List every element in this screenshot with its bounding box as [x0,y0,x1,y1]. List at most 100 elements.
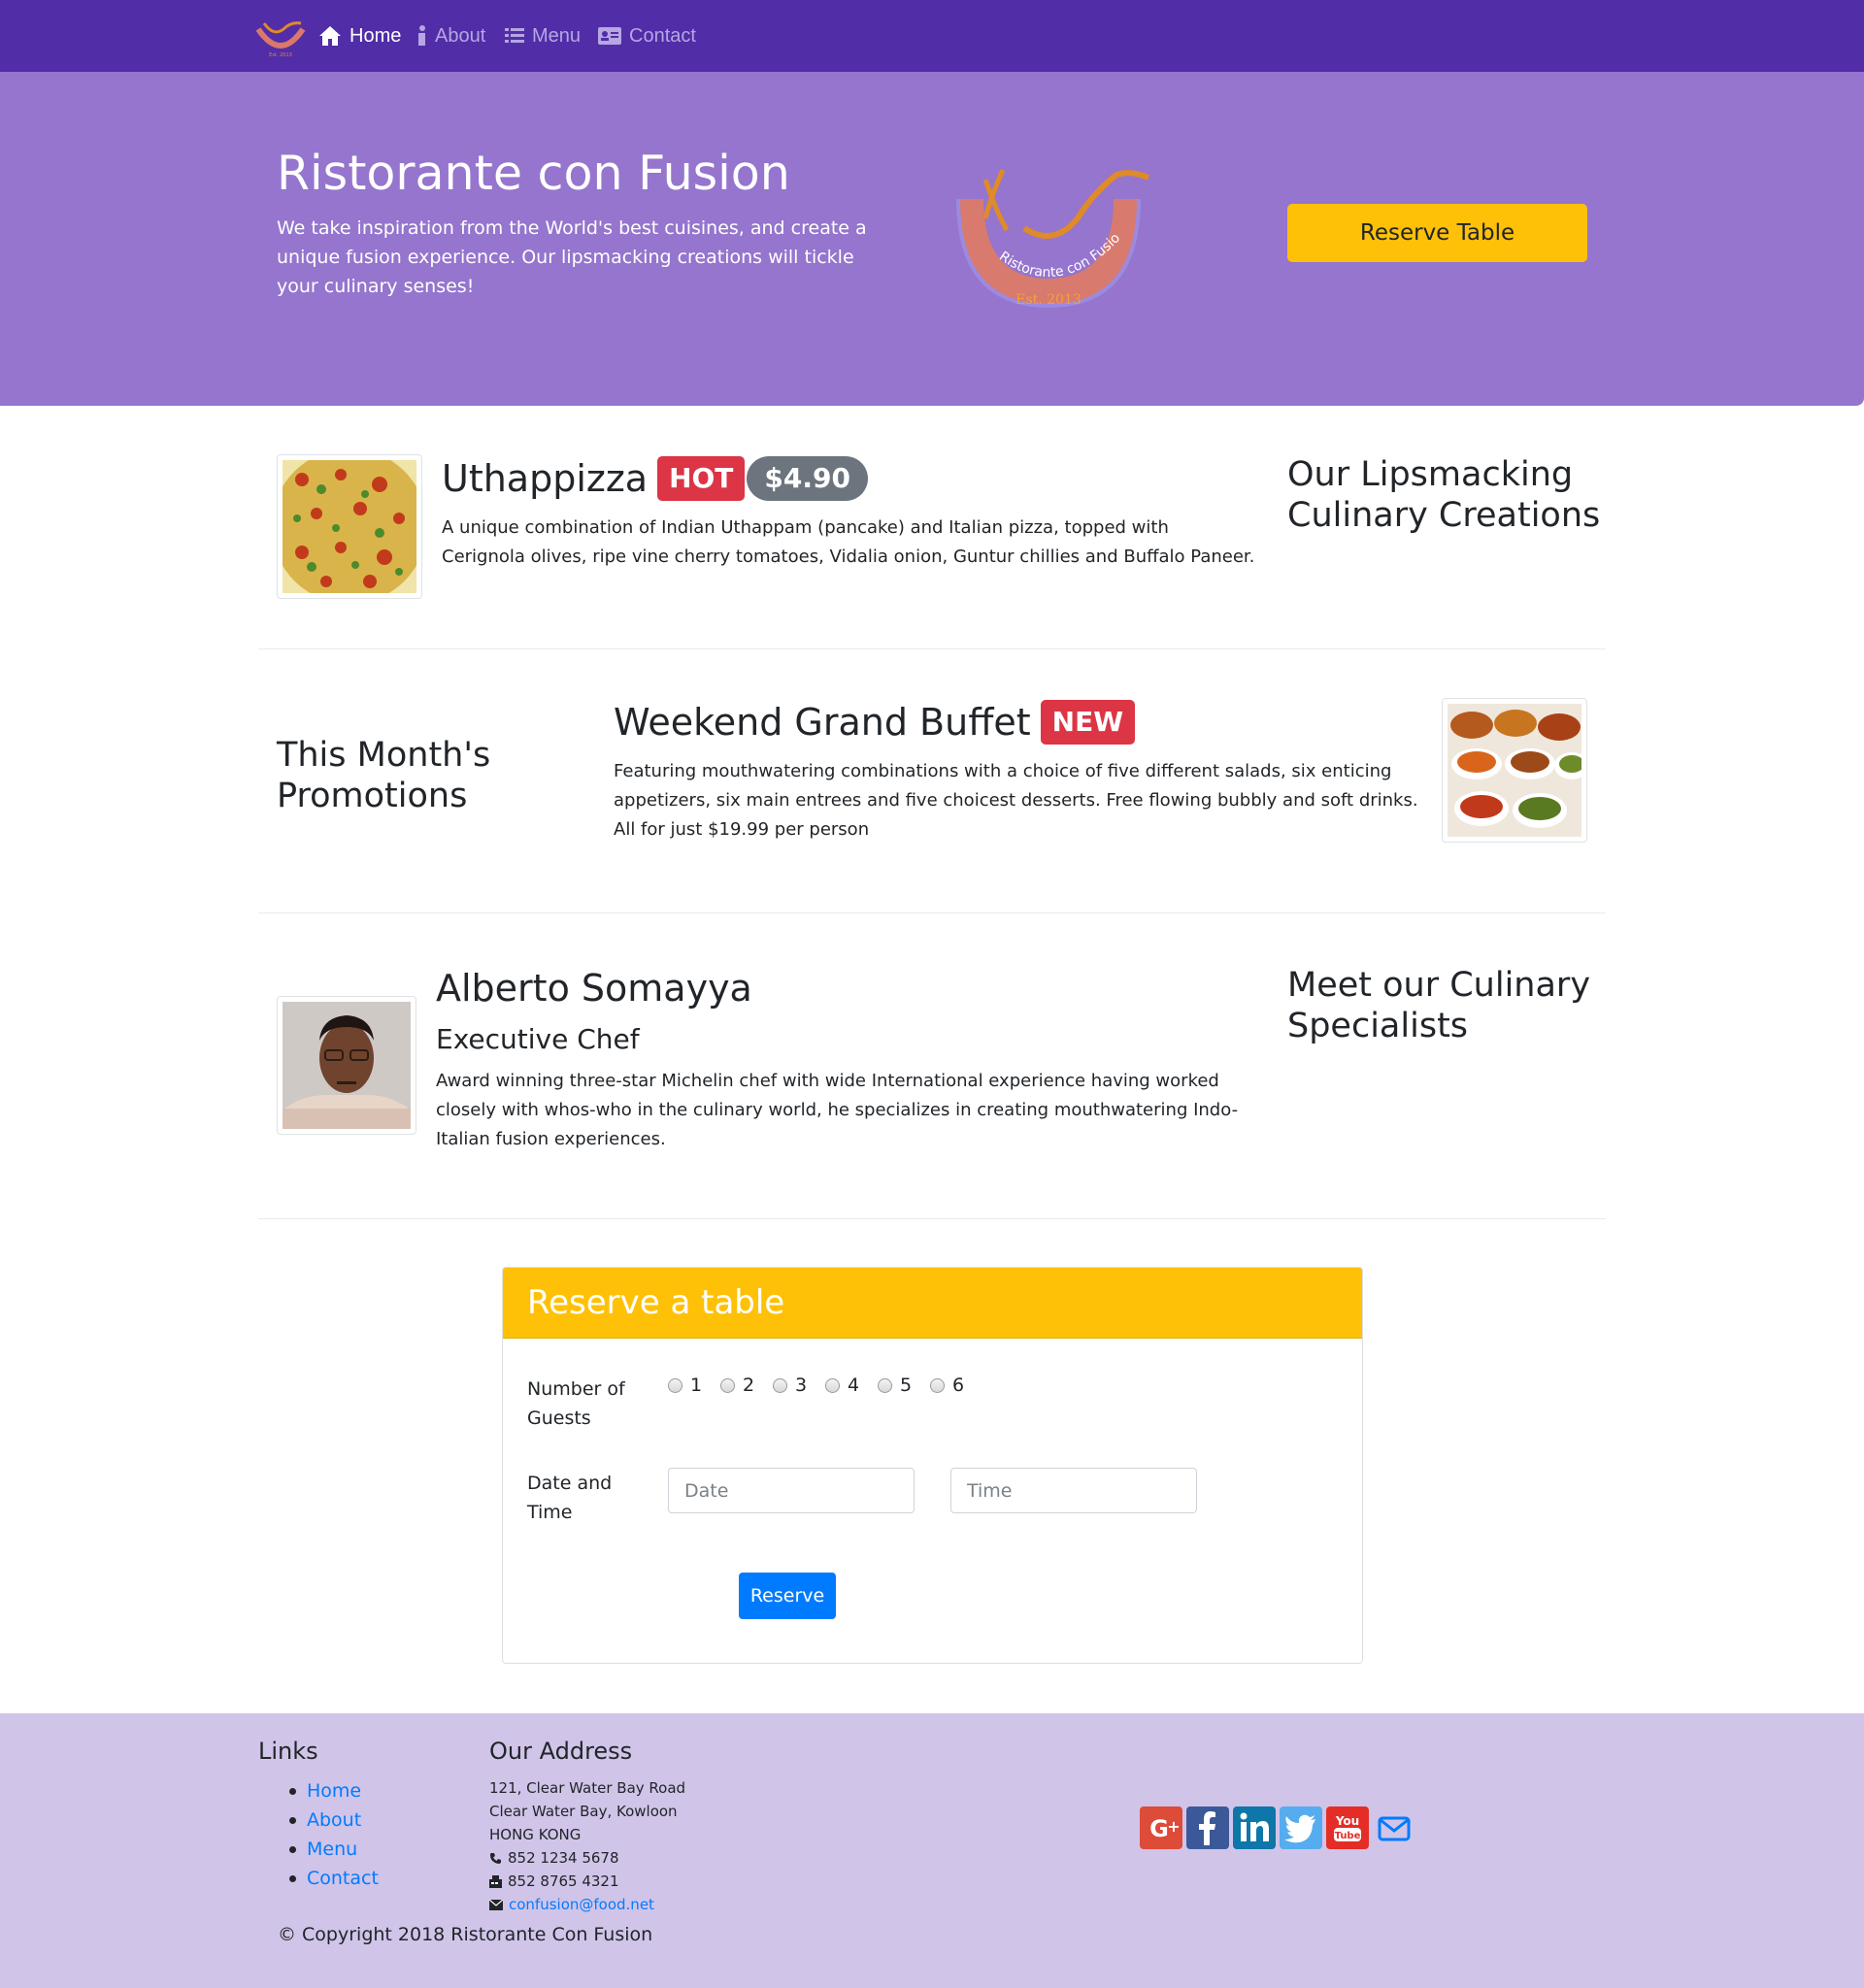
svg-text:You: You [1335,1814,1359,1828]
nav-contact-link[interactable]: Contact [598,21,696,50]
reserve-submit-button[interactable]: Reserve [739,1573,836,1619]
footer-link-about[interactable]: About [307,1809,361,1831]
divider [258,912,1606,913]
reserve-table-card: Reserve a table Number of Guests 1 2 3 4… [502,1267,1363,1664]
footer-link-item: About [289,1806,379,1835]
radio-circle[interactable] [878,1377,892,1393]
google-plus-icon[interactable]: G + [1140,1806,1182,1849]
guest-radio-2[interactable]: 2 [720,1375,754,1396]
dish-image [277,454,422,599]
radio-circle[interactable] [720,1377,735,1393]
phone-line: 852 1234 5678 [489,1846,685,1870]
chef-photo [277,996,416,1135]
radio-label: 6 [952,1375,965,1396]
nav-contact-label: Contact [629,24,696,47]
hot-badge: HOT [657,456,746,501]
home-icon [319,26,341,46]
nav-home-link[interactable]: Home [318,21,401,50]
chef-designation: Executive Chef [436,1023,640,1055]
address-line: HONG KONG [489,1826,582,1843]
footer-link-menu[interactable]: Menu [307,1839,357,1860]
linkedin-icon[interactable] [1233,1806,1276,1849]
footer-link-contact[interactable]: Contact [307,1868,379,1889]
footer-links-list: Home About Menu Contact [289,1776,379,1893]
radio-circle[interactable] [825,1377,840,1393]
reserve-card-header: Reserve a table [503,1268,1362,1339]
nav-about-link[interactable]: About [417,21,485,50]
youtube-icon[interactable]: You Tube [1326,1806,1369,1849]
guest-radio-5[interactable]: 5 [878,1375,912,1396]
guest-radio-1[interactable]: 1 [668,1375,702,1396]
radio-label: 2 [743,1375,755,1396]
promotion-description: Featuring mouthwatering combinations wit… [614,761,1418,840]
footer: Links Home About Menu Contact Our Addres… [0,1713,1864,1988]
email-link[interactable]: confusion@food.net [509,1893,654,1916]
promotion-name: Weekend Grand Buffet [614,701,1031,744]
jumbotron-title: Ristorante con Fusion [277,146,790,201]
svg-text:+: + [1167,1817,1180,1836]
radio-circle[interactable] [930,1377,945,1393]
svg-text:G: G [1149,1815,1169,1842]
address-line: 121, Clear Water Bay Road [489,1779,686,1797]
logo-est-text: Est. 2013 [1015,292,1082,308]
footer-address: 121, Clear Water Bay Road Clear Water Ba… [489,1776,685,1916]
fax-icon [489,1874,502,1888]
radio-circle[interactable] [668,1377,682,1393]
radio-label: 3 [795,1375,808,1396]
nav-home-label: Home [350,24,402,47]
promotion-image [1442,698,1587,843]
promotion-section-title: This Month's Promotions [277,736,491,815]
guest-radio-3[interactable]: 3 [773,1375,807,1396]
footer-link-item: Menu [289,1835,379,1864]
list-icon [505,28,524,43]
twitter-icon[interactable] [1280,1806,1322,1849]
footer-link-home[interactable]: Home [307,1780,361,1802]
phone-icon [490,1852,501,1864]
radio-label: 4 [848,1375,860,1396]
dish-heading: Uthappizza HOT $4.90 [442,456,868,501]
fax-line: 852 8765 4321 [489,1870,685,1893]
price-badge: $4.90 [747,456,868,501]
reserve-card-title: Reserve a table [527,1283,785,1322]
chef-name: Alberto Somayya [436,967,752,1010]
mail-icon[interactable] [1373,1806,1415,1849]
datetime-label: Date and Time [527,1473,613,1523]
jumbotron-text: We take inspiration from the World's bes… [277,217,867,297]
chef-description: Award winning three-star Michelin chef w… [436,1071,1239,1149]
promotion-heading: Weekend Grand Buffet NEW [614,700,1136,745]
nav-menu-label: Menu [532,24,582,47]
divider [258,648,1606,649]
phone-number: 852 1234 5678 [508,1849,619,1867]
nav-menu-link[interactable]: Menu [505,21,581,50]
svg-text:Est. 2013: Est. 2013 [269,52,292,58]
radio-label: 1 [690,1375,703,1396]
dish-description: A unique combination of Indian Uthappam … [442,517,1255,567]
fax-number: 852 8765 4321 [508,1872,619,1890]
copyright: © Copyright 2018 Ristorante Con Fusion [278,1924,653,1945]
dish-section-title: Our Lipsmacking Culinary Creations [1287,455,1601,535]
envelope-icon [489,1899,503,1910]
chef-section-title: Meet our Culinary Specialists [1287,966,1591,1045]
footer-link-item: Contact [289,1864,379,1893]
jumbotron-logo: Ristorante con Fusion Est. 2013 [943,149,1150,315]
radio-label: 5 [900,1375,913,1396]
date-input[interactable] [668,1468,915,1513]
reserve-table-button[interactable]: Reserve Table [1287,204,1587,262]
footer-link-item: Home [289,1776,379,1806]
guests-label: Number of Guests [527,1378,625,1429]
address-card-icon [598,27,621,45]
facebook-icon[interactable] [1186,1806,1229,1849]
email-line: confusion@food.net [489,1893,685,1916]
new-badge: NEW [1040,700,1136,745]
footer-address-title: Our Address [489,1738,633,1765]
navbar: Est. 2013 Home About Menu Contact [0,0,1864,72]
time-input[interactable] [950,1468,1197,1513]
guest-radio-6[interactable]: 6 [930,1375,964,1396]
info-icon [418,25,425,46]
guest-radio-4[interactable]: 4 [825,1375,859,1396]
radio-circle[interactable] [773,1377,787,1393]
restaurant-logo[interactable]: Est. 2013 [254,16,307,58]
address-line: Clear Water Bay, Kowloon [489,1803,678,1820]
dish-name: Uthappizza [442,457,649,500]
nav-about-label: About [435,24,486,47]
